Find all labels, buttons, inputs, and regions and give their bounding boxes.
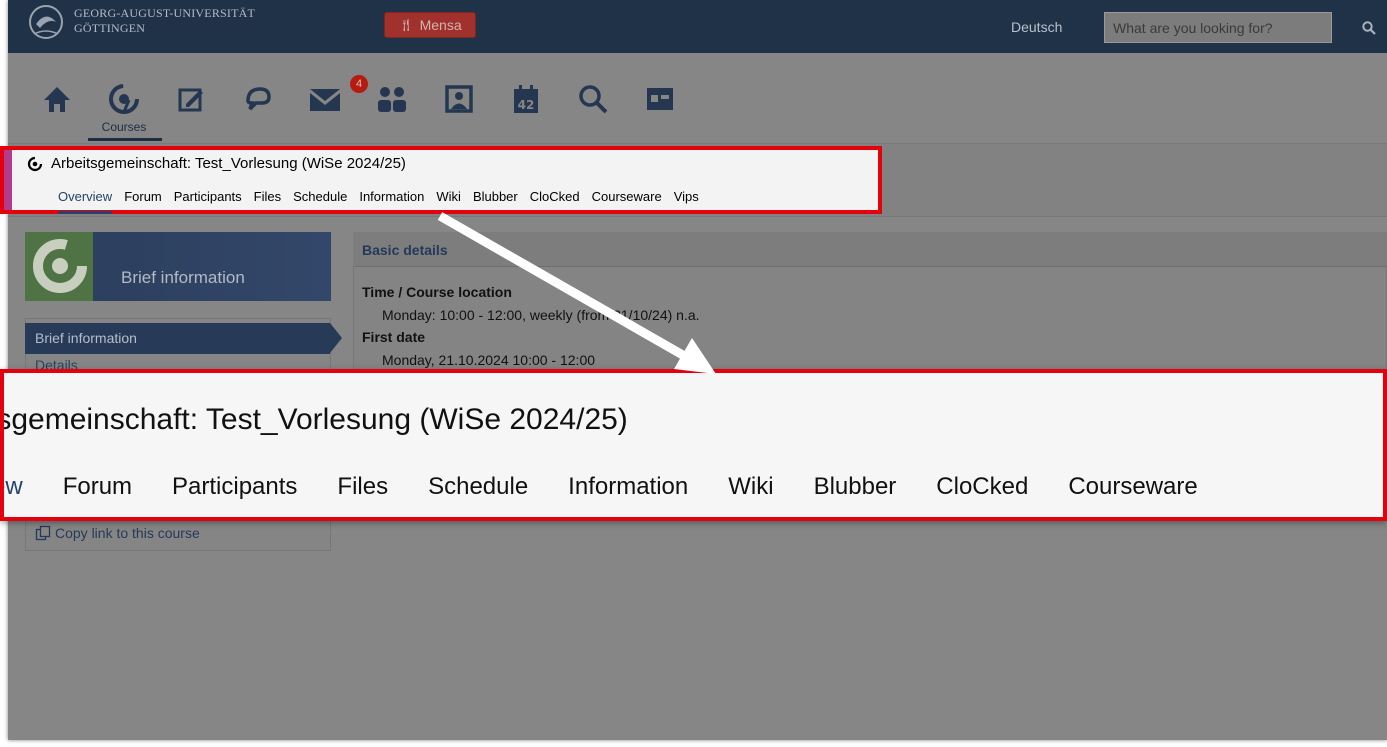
workplace-icon[interactable] [170, 78, 212, 120]
sidebar-item-brief-information[interactable]: Brief information [25, 323, 342, 354]
mail-badge: 4 [350, 75, 368, 93]
zoom-tab-forum: Forum [62, 473, 133, 500]
university-name-line2: GÖTTINGEN [74, 21, 146, 35]
zoom-course-tabs: ew Forum Participants Files Schedule Inf… [4, 473, 1238, 501]
home-icon[interactable] [36, 78, 78, 120]
search-nav-icon[interactable] [572, 78, 614, 120]
zoom-tab-clocked: CloCked [936, 473, 1029, 500]
zoom-tab-schedule: Schedule [428, 473, 529, 500]
tab-vips[interactable]: Vips [674, 189, 699, 204]
course-title: Arbeitsgemeinschaft: Test_Vorlesung (WiS… [27, 155, 406, 172]
search-button[interactable] [1350, 12, 1387, 43]
field-label-time-location: Time / Course location [362, 284, 512, 300]
zoom-tab-participants: Participants [172, 473, 298, 500]
course-logo-icon [33, 239, 87, 293]
mail-icon[interactable] [304, 78, 346, 120]
course-icon [27, 156, 43, 171]
cutlery-icon: 🍴︎ [398, 18, 414, 32]
tab-wiki[interactable]: Wiki [436, 189, 461, 204]
field-value-first-date: Monday, 21.10.2024 10:00 - 12:00 [382, 352, 596, 368]
tab-schedule[interactable]: Schedule [293, 189, 347, 204]
calendar-icon[interactable]: 42 [505, 78, 547, 120]
magnifier-icon [1361, 20, 1376, 35]
tools-icon[interactable] [639, 78, 681, 120]
university-name-line1: GEORG-AUGUST-UNIVERSITÄT [74, 6, 256, 20]
nav-label-courses[interactable]: Courses [96, 120, 152, 134]
zoom-tab-wiki: Wiki [728, 473, 774, 500]
zoom-tab-courseware: Courseware [1068, 473, 1198, 500]
tab-clocked[interactable]: CloCked [530, 189, 580, 204]
basic-details-header [353, 232, 1387, 267]
course-color-marker [4, 150, 12, 210]
messenger-icon[interactable] [237, 78, 279, 120]
basic-details-title: Basic details [362, 242, 448, 258]
tab-files[interactable]: Files [254, 189, 281, 204]
nav-active-indicator [88, 138, 162, 141]
tab-blubber[interactable]: Blubber [473, 189, 518, 204]
language-switch[interactable]: Deutsch [1011, 19, 1062, 35]
course-tabs: Overview Forum Participants Files Schedu… [58, 189, 711, 214]
tab-overview[interactable]: Overview [58, 189, 113, 214]
mensa-button[interactable]: 🍴︎ Mensa [384, 12, 476, 38]
copy-icon [35, 525, 51, 541]
profile-icon[interactable] [438, 78, 480, 120]
tab-forum[interactable]: Forum [124, 189, 162, 204]
courses-icon[interactable] [103, 78, 145, 120]
community-icon[interactable] [371, 78, 413, 120]
tab-courseware[interactable]: Courseware [592, 189, 662, 204]
zoom-tab-blubber: Blubber [813, 473, 897, 500]
zoom-tab-files: Files [337, 473, 389, 500]
sidebar-header-title: Brief information [121, 268, 245, 287]
university-name[interactable]: GEORG-AUGUST-UNIVERSITÄT GÖTTINGEN [74, 6, 255, 36]
university-logo-icon[interactable] [28, 4, 64, 40]
field-label-first-date: First date [362, 329, 426, 345]
zoom-course-title: tsgemeinschaft: Test_Vorlesung (WiSe 202… [0, 403, 628, 436]
zoom-tab-information: Information [568, 473, 689, 500]
search-input[interactable] [1104, 12, 1332, 43]
tab-participants[interactable]: Participants [174, 189, 242, 204]
svg-text:42: 42 [518, 98, 535, 112]
zoom-tab-overview: ew [4, 473, 23, 500]
copy-link-label: Copy link to this course [55, 525, 200, 541]
field-value-time-location: Monday: 10:00 - 12:00, weekly (from 21/1… [382, 307, 700, 323]
tab-information[interactable]: Information [359, 189, 424, 204]
zoom-callout: tsgemeinschaft: Test_Vorlesung (WiSe 202… [0, 369, 1387, 521]
copy-link-action[interactable]: Copy link to this course [35, 525, 200, 541]
course-title-text: Arbeitsgemeinschaft: Test_Vorlesung (WiS… [51, 155, 406, 172]
mensa-label: Mensa [419, 17, 462, 33]
top-bar: GEORG-AUGUST-UNIVERSITÄT GÖTTINGEN 🍴︎ Me… [8, 0, 1387, 53]
